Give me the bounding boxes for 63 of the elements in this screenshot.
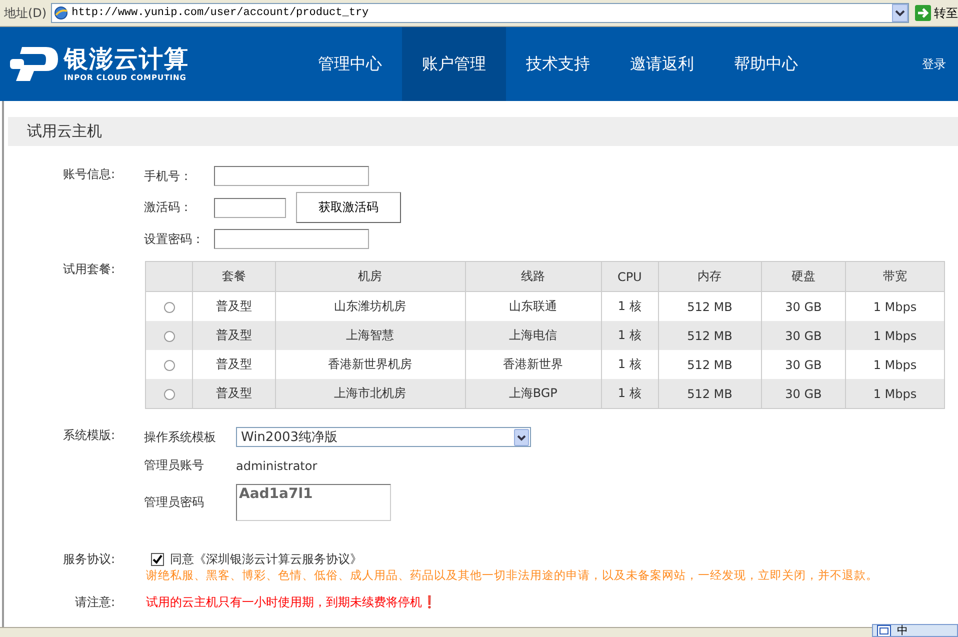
- radio-button[interactable]: [164, 330, 174, 342]
- column-header: 带宽: [846, 262, 944, 292]
- table-cell: 上海电信: [465, 321, 602, 350]
- code-input[interactable]: [214, 198, 286, 218]
- arrow-icon: [915, 5, 931, 21]
- field-label: 手机号：: [144, 168, 193, 184]
- field-label: 系统模版:: [62, 427, 116, 444]
- dropdown-icon[interactable]: [892, 4, 908, 22]
- field-label: 请注意:: [74, 594, 116, 611]
- nav-tab[interactable]: 账户管理: [402, 27, 506, 101]
- address-label: 地址(D): [4, 4, 47, 22]
- table-cell: 1 Mbps: [846, 321, 944, 350]
- agree-checkbox[interactable]: [151, 553, 164, 566]
- column-header: 机房: [275, 262, 466, 292]
- warning-text: 谢绝私服、黑客、博彩、色情、低俗、成人用品、药品以及其他一切非法用途的申请，以及未备案网站，一经发现，立即关闭，并不退款。: [146, 568, 878, 583]
- radio-button[interactable]: [164, 388, 174, 400]
- radio-button[interactable]: [164, 360, 174, 371]
- logo-text: 银澎云计算: [64, 46, 189, 73]
- notice-text: 试用的云主机只有一小时使用期，到期未续费将停机❗: [146, 594, 437, 611]
- column-header: 套餐: [192, 262, 276, 292]
- table-cell: 1 核: [601, 379, 658, 408]
- get-code-button[interactable]: 获取激活码: [296, 192, 401, 223]
- field-label: 试用套餐:: [62, 261, 116, 278]
- field-label: 管理员账号: [144, 457, 205, 474]
- field-label: 服务协议:: [62, 551, 116, 568]
- field-label: 管理员密码: [144, 494, 205, 511]
- nav-tab[interactable]: 技术支持: [506, 27, 610, 101]
- nav-tab[interactable]: 管理中心: [298, 27, 402, 101]
- radio-button[interactable]: [164, 302, 174, 313]
- table-cell: 上海市北机房: [275, 379, 466, 408]
- password-box[interactable]: Aad1a7l1: [236, 484, 391, 521]
- table-cell: 512 MB: [658, 321, 762, 350]
- field-label: 激活码：: [144, 199, 193, 216]
- go-button[interactable]: 转至: [913, 4, 958, 22]
- admin-account: administrator: [236, 458, 318, 472]
- url-field[interactable]: http://www.yunip.com/user/account/product_try: [50, 3, 909, 23]
- ime-label: 中: [897, 625, 908, 636]
- table-cell: 普及型: [192, 321, 276, 350]
- password-input[interactable]: [214, 229, 369, 249]
- table-cell: 30 GB: [761, 321, 846, 350]
- login-link[interactable]: 登录: [922, 56, 946, 72]
- nav-tab[interactable]: 邀请返利: [610, 27, 714, 101]
- table-cell: 30 GB: [761, 379, 846, 408]
- os-select[interactable]: Win2003纯净版: [236, 427, 531, 447]
- column-header: 内存: [658, 262, 762, 292]
- column-header: 线路: [465, 262, 602, 292]
- table-cell: 普及型: [192, 379, 276, 408]
- table-cell: 1 Mbps: [846, 379, 944, 408]
- table-cell: 512 MB: [658, 379, 762, 408]
- globe-icon: [54, 6, 68, 20]
- field-label: 账号信息:: [62, 166, 116, 183]
- nav-tab[interactable]: 帮助中心: [714, 27, 818, 101]
- field-label: 设置密码：: [144, 230, 205, 248]
- table-cell: 1 核: [601, 321, 658, 350]
- table-cell: 上海BGP: [465, 379, 602, 408]
- phone-input[interactable]: [214, 166, 369, 186]
- column-header: 硬盘: [761, 262, 846, 292]
- page-title: 试用云主机: [27, 122, 102, 141]
- agreement-text: 同意《深圳银澎云计算云服务协议》: [170, 551, 362, 568]
- table-cell: 上海智慧: [275, 321, 466, 350]
- column-header: CPU: [601, 262, 658, 292]
- field-label: 操作系统模板: [144, 428, 217, 446]
- dropdown-icon: [514, 428, 529, 446]
